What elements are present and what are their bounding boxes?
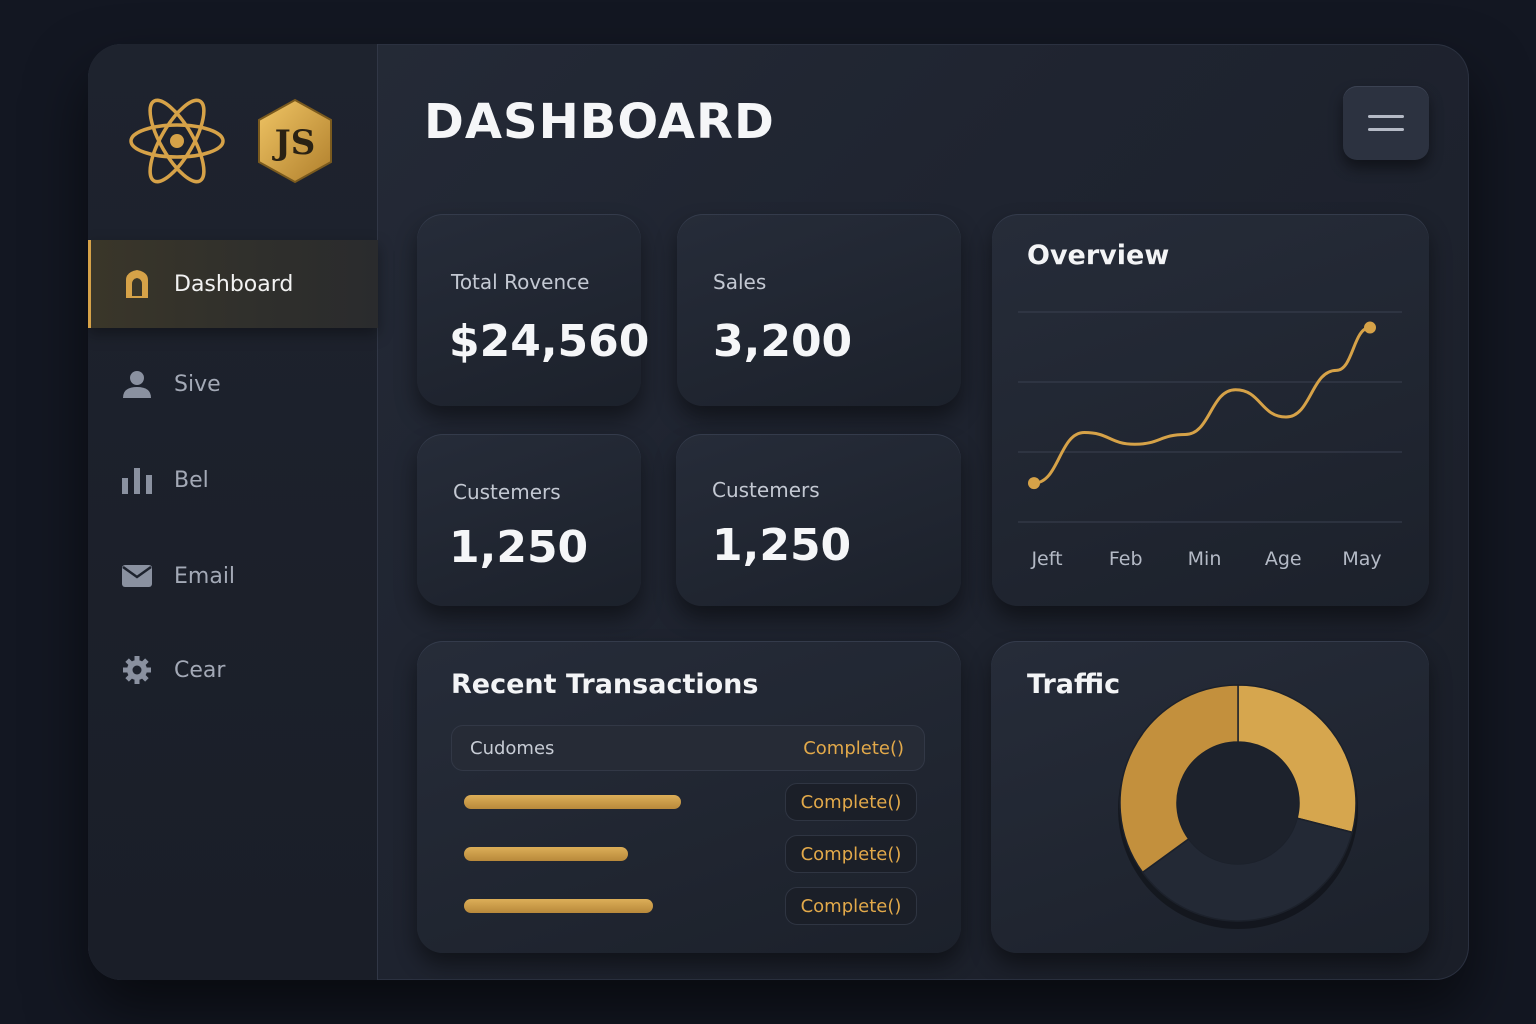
home-icon [120,267,154,301]
transactions-column-label: Cudomes [470,737,555,759]
chart-point [1028,477,1040,490]
sidebar: JS Dashboard Sive Bel Email Cear [88,44,378,980]
sidebar-item-sive[interactable]: Sive [88,340,378,428]
x-tick-label: Age [1265,548,1302,570]
transaction-progress-bar [464,795,681,809]
hamburger-icon-line [1368,128,1404,131]
transactions-status-label: Complete() [803,737,904,759]
sidebar-item-cear[interactable]: Cear [88,626,378,714]
sidebar-item-label: Cear [174,657,226,683]
x-tick-label: May [1342,548,1381,570]
bar-chart-icon [120,463,154,497]
overview-line-chart: Jeft Feb Min Age May [1018,311,1402,570]
traffic-donut-chart [1118,684,1358,929]
sidebar-item-label: Bel [174,467,209,493]
transaction-progress-bar [464,899,653,913]
traffic-card: Traffic [991,641,1429,953]
stat-value: 1,250 [712,520,852,571]
transaction-status-badge[interactable]: Complete() [785,783,917,821]
stat-card-sales[interactable]: Sales 3,200 [677,214,961,406]
user-icon [120,367,154,401]
stat-label: Sales [713,270,767,294]
stat-card-customers[interactable]: Custemers 1,250 [417,434,641,606]
transactions-card: Recent Transactions Cudomes Complete() C… [417,641,961,953]
gear-icon [120,653,154,687]
hamburger-icon-line [1368,115,1404,118]
stat-label: Custemers [712,478,820,502]
react-logo-icon [126,98,228,188]
mail-icon [120,559,154,593]
overview-card: Overview Jeft Feb Min Age May [992,214,1429,606]
donut-hole [1177,742,1299,864]
page-title: DASHBOARD [424,94,775,150]
x-tick-label: Feb [1109,548,1143,570]
transaction-progress-bar [464,847,628,861]
sidebar-item-label: Email [174,563,236,589]
js-logo-icon: JS [256,98,334,188]
transactions-title: Recent Transactions [451,669,759,700]
stat-value: 1,250 [449,522,589,573]
stat-card-customers-2[interactable]: Custemers 1,250 [676,434,961,606]
stat-value: 3,200 [713,316,853,367]
stat-value: $24,560 [449,316,650,367]
sidebar-item-label: Dashboard [174,271,294,297]
js-logo-text: JS [272,123,316,163]
sidebar-item-bel[interactable]: Bel [88,436,378,524]
sidebar-item-label: Sive [174,371,221,397]
chart-point [1364,321,1376,334]
sidebar-item-email[interactable]: Email [88,532,378,620]
x-tick-label: Min [1188,548,1222,570]
transaction-status-badge[interactable]: Complete() [785,835,917,873]
stat-card-total-revenue[interactable]: Total Rovence $24,560 [417,214,649,406]
menu-button[interactable] [1343,86,1429,160]
transactions-header-row[interactable]: Cudomes Complete() [451,725,925,771]
transaction-status-badge[interactable]: Complete() [785,887,917,925]
stat-label: Total Rovence [451,270,590,294]
stat-label: Custemers [453,480,561,504]
overview-series-line [1032,326,1372,485]
dashboard-window: JS Dashboard Sive Bel Email Cear DASHBOA… [88,44,1469,980]
x-tick-label: Jeft [1030,548,1062,570]
sidebar-item-dashboard[interactable]: Dashboard [88,240,378,328]
